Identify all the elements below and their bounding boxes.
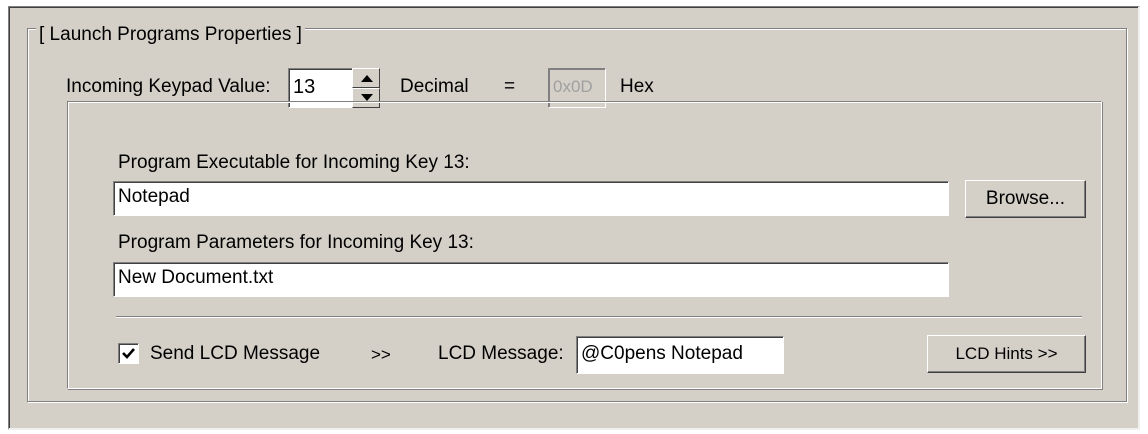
equals-label: = bbox=[504, 76, 516, 97]
lcd-arrows-label: >> bbox=[371, 345, 391, 364]
program-parameters-label: Program Parameters for Incoming Key 13: bbox=[118, 232, 474, 253]
lcd-message-label: LCD Message: bbox=[438, 343, 564, 364]
lcd-hints-button[interactable]: LCD Hints >> bbox=[927, 335, 1086, 373]
decimal-label: Decimal bbox=[400, 76, 469, 97]
separator-line bbox=[116, 316, 1082, 318]
checkmark-icon bbox=[122, 348, 135, 359]
send-lcd-message-checkbox[interactable] bbox=[118, 343, 139, 364]
send-lcd-message-label[interactable]: Send LCD Message bbox=[150, 342, 320, 366]
spin-up-icon bbox=[361, 75, 373, 82]
hex-label: Hex bbox=[620, 76, 654, 97]
program-executable-label: Program Executable for Incoming Key 13: bbox=[118, 152, 470, 173]
spin-down-icon bbox=[361, 94, 373, 101]
groupbox-legend: [ Launch Programs Properties ] bbox=[36, 24, 305, 46]
spin-up-button[interactable] bbox=[352, 68, 380, 88]
program-parameters-input[interactable]: New Document.txt bbox=[113, 262, 949, 297]
browse-button[interactable]: Browse... bbox=[965, 180, 1086, 218]
lcd-message-input[interactable]: @C0pens Notepad bbox=[576, 336, 784, 374]
program-executable-input[interactable]: Notepad bbox=[113, 181, 949, 216]
keypad-value-label: Incoming Keypad Value: bbox=[66, 76, 271, 97]
